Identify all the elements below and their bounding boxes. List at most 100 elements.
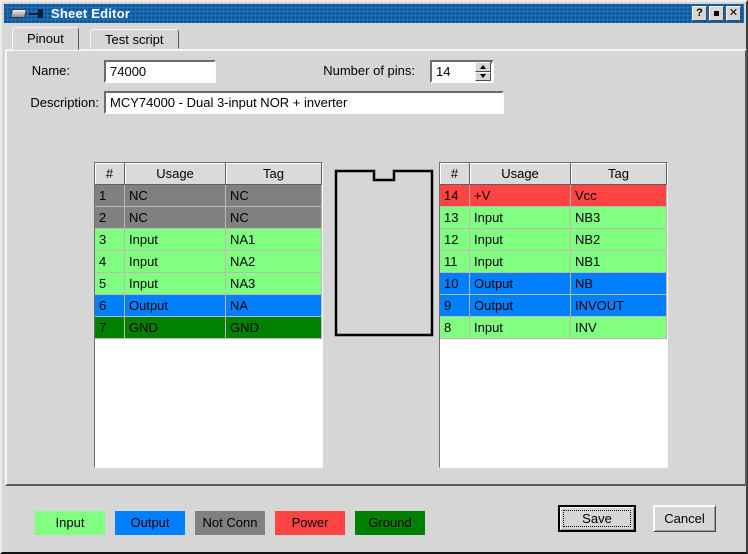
pin-usage-cell[interactable]: Input xyxy=(125,251,226,273)
pin-number-cell[interactable]: 8 xyxy=(440,317,470,339)
spin-down-button[interactable] xyxy=(475,72,491,82)
pin-row[interactable]: 13 Input NB3 xyxy=(440,207,667,229)
pin-tag-cell[interactable]: NC xyxy=(226,207,322,229)
name-label: Name: xyxy=(12,63,70,78)
pin-table-left-body: 1 NC NC 2 NC NC 3 Input NA1 xyxy=(95,185,322,339)
pin-row[interactable]: 7 GND GND xyxy=(95,317,322,339)
pin-row[interactable]: 5 Input NA3 xyxy=(95,273,322,295)
color-legend: Input Output Not Conn Power Ground xyxy=(35,511,425,535)
header-pin[interactable]: # xyxy=(440,163,470,185)
sheet-editor-window: Sheet Editor ? ✕ Pinout Test script Name… xyxy=(0,0,748,554)
pin-usage-cell[interactable]: Input xyxy=(125,273,226,295)
pin-usage-cell[interactable]: Output xyxy=(125,295,226,317)
pin-row[interactable]: 2 NC NC xyxy=(95,207,322,229)
pin-tag-cell[interactable]: NA3 xyxy=(226,273,322,295)
pin-number-cell[interactable]: 7 xyxy=(95,317,125,339)
pin-number-cell[interactable]: 10 xyxy=(440,273,470,295)
window-pin-icon[interactable] xyxy=(29,8,45,19)
pin-head xyxy=(38,9,43,18)
maximize-button[interactable] xyxy=(709,6,724,21)
header-tag[interactable]: Tag xyxy=(226,163,322,185)
legend-chip: Power xyxy=(275,511,345,535)
pin-row[interactable]: 4 Input NA2 xyxy=(95,251,322,273)
app-icon xyxy=(10,9,27,18)
number-of-pins-label: Number of pins: xyxy=(287,63,415,78)
pin-number-cell[interactable]: 9 xyxy=(440,295,470,317)
pin-usage-cell[interactable]: Input xyxy=(470,317,571,339)
close-button[interactable]: ✕ xyxy=(726,6,741,21)
pins-input[interactable] xyxy=(432,62,475,81)
spin-up-button[interactable] xyxy=(475,62,491,72)
legend-label: Not Conn xyxy=(203,515,258,530)
pin-number-cell[interactable]: 2 xyxy=(95,207,125,229)
cancel-button[interactable]: Cancel xyxy=(653,505,716,532)
pins-spinbox xyxy=(430,60,494,83)
pin-tag-cell[interactable]: INVOUT xyxy=(571,295,667,317)
pin-tag-cell[interactable]: NB3 xyxy=(571,207,667,229)
pin-number-cell[interactable]: 14 xyxy=(440,185,470,207)
pin-usage-cell[interactable]: Input xyxy=(470,207,571,229)
pin-row[interactable]: 11 Input NB1 xyxy=(440,251,667,273)
pin-usage-cell[interactable]: Input xyxy=(470,251,571,273)
pin-number-cell[interactable]: 5 xyxy=(95,273,125,295)
pin-usage-cell[interactable]: Output xyxy=(470,273,571,295)
chip-body-path xyxy=(336,171,432,335)
pin-number-cell[interactable]: 1 xyxy=(95,185,125,207)
pin-row[interactable]: 12 Input NB2 xyxy=(440,229,667,251)
pin-tag-cell[interactable]: NA2 xyxy=(226,251,322,273)
legend-label: Ground xyxy=(368,515,411,530)
down-arrow-icon xyxy=(480,74,486,78)
legend-label: Output xyxy=(130,515,169,530)
pin-number-cell[interactable]: 13 xyxy=(440,207,470,229)
pin-tag-cell[interactable]: Vcc xyxy=(571,185,667,207)
pin-usage-cell[interactable]: GND xyxy=(125,317,226,339)
pin-number-cell[interactable]: 6 xyxy=(95,295,125,317)
pin-tag-cell[interactable]: NB2 xyxy=(571,229,667,251)
pin-usage-cell[interactable]: +V xyxy=(470,185,571,207)
pin-usage-cell[interactable]: NC xyxy=(125,207,226,229)
pin-tag-cell[interactable]: NA1 xyxy=(226,229,322,251)
header-usage[interactable]: Usage xyxy=(470,163,571,185)
header-pin[interactable]: # xyxy=(95,163,125,185)
pin-number-cell[interactable]: 12 xyxy=(440,229,470,251)
titlebar[interactable]: Sheet Editor ? ✕ xyxy=(4,4,744,23)
pin-row[interactable]: 3 Input NA1 xyxy=(95,229,322,251)
legend-chip: Input xyxy=(35,511,105,535)
pin-usage-cell[interactable]: Input xyxy=(470,229,571,251)
legend-chip: Ground xyxy=(355,511,425,535)
pin-tag-cell[interactable]: NB1 xyxy=(571,251,667,273)
pin-usage-cell[interactable]: Output xyxy=(470,295,571,317)
pin-tag-cell[interactable]: NA xyxy=(226,295,322,317)
description-field-frame xyxy=(104,91,504,114)
description-input[interactable] xyxy=(106,93,502,112)
pin-tag-cell[interactable]: INV xyxy=(571,317,667,339)
up-arrow-icon xyxy=(480,65,486,69)
legend-chip: Output xyxy=(115,511,185,535)
pin-number-cell[interactable]: 11 xyxy=(440,251,470,273)
chip-outline xyxy=(334,169,434,337)
pin-usage-cell[interactable]: Input xyxy=(125,229,226,251)
header-usage[interactable]: Usage xyxy=(125,163,226,185)
pin-row[interactable]: 9 Output INVOUT xyxy=(440,295,667,317)
save-button[interactable]: Save xyxy=(558,505,636,532)
pin-tag-cell[interactable]: NB xyxy=(571,273,667,295)
titlebar-buttons: ? ✕ xyxy=(692,6,741,21)
pin-row[interactable]: 1 NC NC xyxy=(95,185,322,207)
pin-table-right-header: # Usage Tag xyxy=(440,163,667,185)
pin-row[interactable]: 14 +V Vcc xyxy=(440,185,667,207)
pin-number-cell[interactable]: 3 xyxy=(95,229,125,251)
pin-tag-cell[interactable]: NC xyxy=(226,185,322,207)
pin-tag-cell[interactable]: GND xyxy=(226,317,322,339)
pin-number-cell[interactable]: 4 xyxy=(95,251,125,273)
help-button[interactable]: ? xyxy=(692,6,707,21)
pinout-tab-page: Name: Number of pins: Description: # Usa… xyxy=(5,49,747,486)
pin-row[interactable]: 8 Input INV xyxy=(440,317,667,339)
tab-test-script[interactable]: Test script xyxy=(90,29,179,49)
name-input[interactable] xyxy=(106,62,214,81)
header-tag[interactable]: Tag xyxy=(571,163,667,185)
tab-pinout[interactable]: Pinout xyxy=(12,27,79,50)
pin-usage-cell[interactable]: NC xyxy=(125,185,226,207)
pin-row[interactable]: 10 Output NB xyxy=(440,273,667,295)
pin-table-left-header: # Usage Tag xyxy=(95,163,322,185)
pin-row[interactable]: 6 Output NA xyxy=(95,295,322,317)
